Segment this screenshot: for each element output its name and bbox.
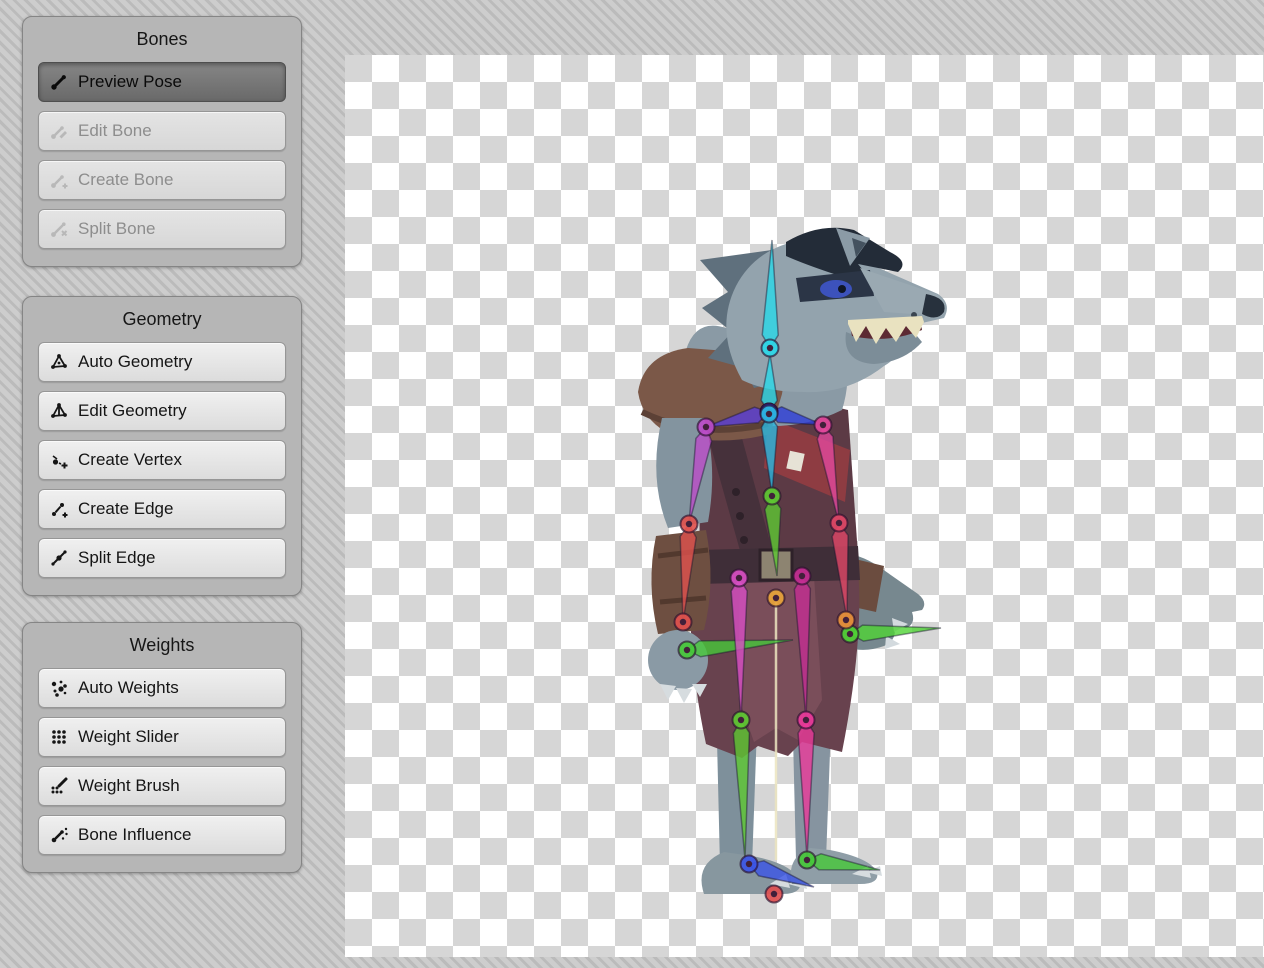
auto-geometry-button[interactable]: Auto Geometry <box>38 342 286 382</box>
preview-pose-icon <box>49 72 69 92</box>
auto-geometry-icon <box>49 352 69 372</box>
split-bone-icon <box>49 219 69 239</box>
bone-influence-button[interactable]: Bone Influence <box>38 815 286 855</box>
edit-bone-button[interactable]: Edit Bone <box>38 111 286 151</box>
button-label: Edit Bone <box>78 121 152 141</box>
edit-geometry-icon <box>49 401 69 421</box>
button-label: Split Edge <box>78 548 156 568</box>
create-edge-icon <box>49 499 69 519</box>
weight-slider-button[interactable]: Weight Slider <box>38 717 286 757</box>
edit-geometry-button[interactable]: Edit Geometry <box>38 391 286 431</box>
panel-geometry: Geometry Auto Geometry Edit Geometry Cre… <box>22 296 302 596</box>
edit-bone-icon <box>49 121 69 141</box>
preview-pose-button[interactable]: Preview Pose <box>38 62 286 102</box>
split-bone-button[interactable]: Split Bone <box>38 209 286 249</box>
panel-title: Bones <box>23 17 301 62</box>
button-label: Bone Influence <box>78 825 191 845</box>
create-edge-button[interactable]: Create Edge <box>38 489 286 529</box>
split-edge-button[interactable]: Split Edge <box>38 538 286 578</box>
weight-brush-icon <box>49 776 69 796</box>
canvas-scene <box>345 55 1264 957</box>
weight-brush-button[interactable]: Weight Brush <box>38 766 286 806</box>
button-label: Auto Weights <box>78 678 179 698</box>
button-label: Weight Slider <box>78 727 179 747</box>
sprite-canvas[interactable] <box>345 55 1264 957</box>
auto-weights-button[interactable]: Auto Weights <box>38 668 286 708</box>
weight-slider-icon <box>49 727 69 747</box>
button-label: Split Bone <box>78 219 156 239</box>
split-edge-icon <box>49 548 69 568</box>
panel-bones: Bones Preview Pose Edit Bone Create Bone… <box>22 16 302 267</box>
button-label: Weight Brush <box>78 776 180 796</box>
button-label: Edit Geometry <box>78 401 187 421</box>
auto-weights-icon <box>49 678 69 698</box>
bone-influence-icon <box>49 825 69 845</box>
create-vertex-button[interactable]: Create Vertex <box>38 440 286 480</box>
create-bone-icon <box>49 170 69 190</box>
panel-title: Geometry <box>23 297 301 342</box>
create-bone-button[interactable]: Create Bone <box>38 160 286 200</box>
button-label: Create Bone <box>78 170 173 190</box>
panel-weights: Weights Auto Weights Weight Slider Weigh… <box>22 622 302 873</box>
skinning-editor-window: Bones Preview Pose Edit Bone Create Bone… <box>0 0 1264 968</box>
button-label: Preview Pose <box>78 72 182 92</box>
create-vertex-icon <box>49 450 69 470</box>
panel-title: Weights <box>23 623 301 668</box>
button-label: Create Edge <box>78 499 173 519</box>
button-label: Create Vertex <box>78 450 182 470</box>
button-label: Auto Geometry <box>78 352 192 372</box>
